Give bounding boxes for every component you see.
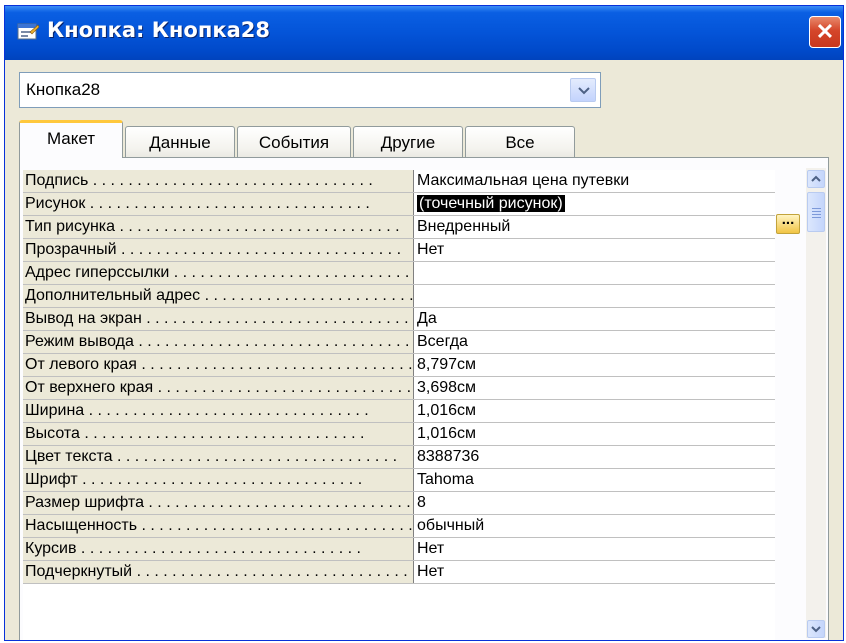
property-row-font-italic[interactable]: Курсив . . . . . . . . . . . . . . . . .… (23, 538, 775, 561)
property-name: Подчеркнутый . . . . . . . . . . . . . .… (23, 561, 414, 583)
property-name: От левого края . . . . . . . . . . . . .… (23, 354, 414, 376)
property-value[interactable]: 8388736 (415, 446, 775, 468)
property-grid: Подпись . . . . . . . . . . . . . . . . … (23, 170, 775, 640)
builder-button[interactable]: ... (776, 212, 800, 234)
scroll-up-button[interactable] (807, 170, 825, 188)
property-value[interactable]: Внедренный (415, 216, 775, 238)
scroll-down-button[interactable] (807, 620, 825, 638)
property-value[interactable]: Нет (415, 538, 775, 560)
property-row-font-size[interactable]: Размер шрифта . . . . . . . . . . . . . … (23, 492, 775, 515)
property-row-width[interactable]: Ширина . . . . . . . . . . . . . . . . .… (23, 400, 775, 423)
property-name: Дополнительный адрес . . . . . . . . . .… (23, 285, 414, 307)
chevron-down-icon (578, 87, 590, 95)
property-name: Адрес гиперссылки . . . . . . . . . . . … (23, 262, 414, 284)
properties-panel: Подпись . . . . . . . . . . . . . . . . … (19, 157, 829, 640)
property-name: Прозрачный . . . . . . . . . . . . . . .… (23, 239, 414, 261)
property-name: Вывод на экран . . . . . . . . . . . . .… (23, 308, 414, 330)
property-row-display-when[interactable]: Режим вывода . . . . . . . . . . . . . .… (23, 331, 775, 354)
property-value[interactable] (415, 285, 775, 307)
property-value[interactable]: 3,698см (415, 377, 775, 399)
property-value[interactable] (415, 262, 775, 284)
tab-data[interactable]: Данные (125, 126, 235, 158)
property-value[interactable]: Нет (415, 239, 775, 261)
property-value[interactable]: (точечный рисунок) (415, 193, 775, 215)
property-name: Курсив . . . . . . . . . . . . . . . . .… (23, 538, 414, 560)
title-bar[interactable]: Кнопка: Кнопка28 ✕ (5, 6, 843, 60)
close-button[interactable]: ✕ (809, 16, 841, 48)
property-name: Высота . . . . . . . . . . . . . . . . .… (23, 423, 414, 445)
form-properties-icon (17, 23, 39, 40)
tab-layout[interactable]: Макет (19, 120, 123, 158)
property-name: Шрифт . . . . . . . . . . . . . . . . . … (23, 469, 414, 491)
property-row-font-weight[interactable]: Насыщенность . . . . . . . . . . . . . .… (23, 515, 775, 538)
property-name: Режим вывода . . . . . . . . . . . . . .… (23, 331, 414, 353)
properties-window: Кнопка: Кнопка28 ✕ Кнопка28 Макет Данные… (4, 5, 844, 641)
property-row-caption[interactable]: Подпись . . . . . . . . . . . . . . . . … (23, 170, 775, 193)
scroll-thumb[interactable] (807, 192, 825, 232)
tab-strip: Макет Данные События Другие Все (19, 118, 829, 158)
arrow-up-icon (811, 175, 821, 182)
object-selector-value: Кнопка28 (26, 80, 101, 99)
property-row-visible[interactable]: Вывод на экран . . . . . . . . . . . . .… (23, 308, 775, 331)
property-value[interactable]: Да (415, 308, 775, 330)
property-value[interactable]: 1,016см (415, 400, 775, 422)
property-name: Насыщенность . . . . . . . . . . . . . .… (23, 515, 414, 537)
dropdown-button[interactable] (570, 78, 596, 102)
object-selector[interactable]: Кнопка28 (19, 72, 601, 108)
property-name: Рисунок . . . . . . . . . . . . . . . . … (23, 193, 414, 215)
tab-all[interactable]: Все (465, 126, 575, 158)
property-row-picture[interactable]: Рисунок . . . . . . . . . . . . . . . . … (23, 193, 775, 216)
property-value[interactable]: Максимальная цена путевки (415, 170, 775, 192)
arrow-down-icon (811, 626, 821, 633)
property-row-hyperlink-address[interactable]: Адрес гиперссылки . . . . . . . . . . . … (23, 262, 775, 285)
property-name: Ширина . . . . . . . . . . . . . . . . .… (23, 400, 414, 422)
tab-events[interactable]: События (237, 126, 351, 158)
property-row-height[interactable]: Высота . . . . . . . . . . . . . . . . .… (23, 423, 775, 446)
property-row-transparent[interactable]: Прозрачный . . . . . . . . . . . . . . .… (23, 239, 775, 262)
property-name: Размер шрифта . . . . . . . . . . . . . … (23, 492, 414, 514)
property-name: Тип рисунка . . . . . . . . . . . . . . … (23, 216, 414, 238)
property-row-font-name[interactable]: Шрифт . . . . . . . . . . . . . . . . . … (23, 469, 775, 492)
property-value[interactable]: обычный (415, 515, 775, 537)
property-row-left[interactable]: От левого края . . . . . . . . . . . . .… (23, 354, 775, 377)
property-name: Подпись . . . . . . . . . . . . . . . . … (23, 170, 414, 192)
property-name: От верхнего края . . . . . . . . . . . .… (23, 377, 414, 399)
property-value[interactable]: 8,797см (415, 354, 775, 376)
selected-value-text: (точечный рисунок) (417, 195, 565, 212)
property-row-fore-color[interactable]: Цвет текста . . . . . . . . . . . . . . … (23, 446, 775, 469)
vertical-scrollbar[interactable] (806, 168, 826, 638)
property-row-font-underline[interactable]: Подчеркнутый . . . . . . . . . . . . . .… (23, 561, 775, 584)
property-value[interactable]: 1,016см (415, 423, 775, 445)
property-name: Цвет текста . . . . . . . . . . . . . . … (23, 446, 414, 468)
window-title: Кнопка: Кнопка28 (47, 18, 271, 42)
property-row-top[interactable]: От верхнего края . . . . . . . . . . . .… (23, 377, 775, 400)
tab-other[interactable]: Другие (353, 126, 463, 158)
property-value[interactable]: 8 (415, 492, 775, 514)
property-row-hyperlink-subaddress[interactable]: Дополнительный адрес . . . . . . . . . .… (23, 285, 775, 308)
property-value[interactable]: Нет (415, 561, 775, 583)
property-value[interactable]: Tahoma (415, 469, 775, 491)
property-row-picture-type[interactable]: Тип рисунка . . . . . . . . . . . . . . … (23, 216, 775, 239)
property-value[interactable]: Всегда (415, 331, 775, 353)
